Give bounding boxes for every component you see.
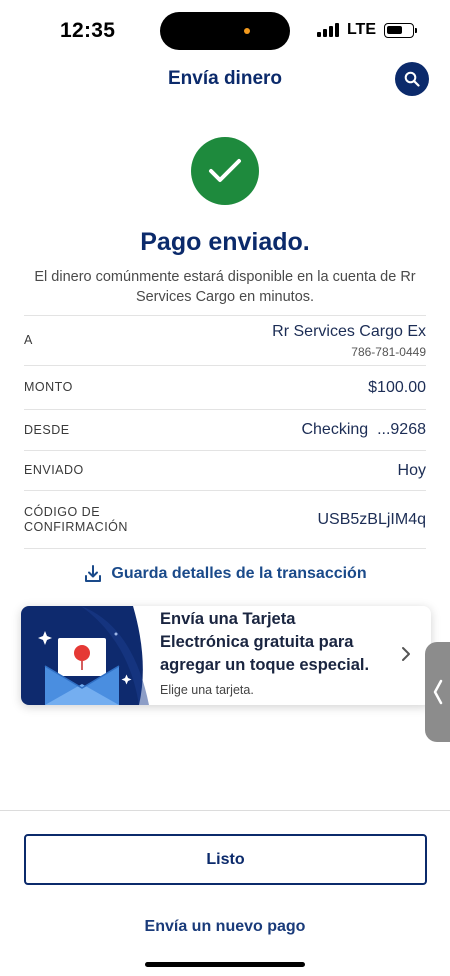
- ecard-promo-text: Envía una Tarjeta Electrónica gratuita p…: [160, 608, 385, 697]
- screen: 12:35 LTE Envía dinero Pago enviado. El …: [0, 0, 450, 976]
- chevron-left-icon: [433, 679, 442, 705]
- amount-value: $100.00: [368, 378, 426, 396]
- confirmation-headline: Pago enviado.: [140, 228, 310, 256]
- ecard-promo-title: Envía una Tarjeta Electrónica gratuita p…: [160, 610, 370, 674]
- detail-row-recipient: A Rr Services Cargo Ex 786-781-0449: [24, 315, 426, 365]
- confirmation-code-label-line1: CÓDIGO DE: [24, 504, 101, 519]
- app-header: Envía dinero: [0, 62, 450, 98]
- page-title: Envía dinero: [167, 68, 283, 89]
- recipient-name: Rr Services Cargo Ex: [272, 322, 426, 340]
- transaction-details: A Rr Services Cargo Ex 786-781-0449 MONT…: [24, 315, 426, 549]
- confirmation-code-value: USB5zBLjIM4q: [317, 510, 427, 528]
- signal-icon: [316, 23, 339, 37]
- confirmation-code-label-line2: CONFIRMACIÓN: [24, 519, 128, 534]
- dynamic-island: [160, 12, 290, 50]
- status-indicators: LTE: [316, 21, 417, 39]
- checkmark-icon: [209, 159, 241, 182]
- envelope-card-icon: [21, 606, 149, 705]
- confirmation-message: El dinero comúnmente estará disponible e…: [34, 269, 416, 305]
- save-transaction-details-label: Guarda detalles de la transacción: [111, 565, 367, 582]
- recipient-label: A: [24, 333, 33, 347]
- details-divider: [24, 548, 426, 549]
- detail-row-confirmation-code: CÓDIGO DE CONFIRMACIÓN USB5zBLjIM4q: [24, 490, 426, 548]
- chevron-right-icon: [402, 647, 410, 661]
- status-time: 12:35: [60, 19, 116, 42]
- success-badge: [191, 137, 259, 205]
- camera-indicator-dot: [244, 28, 250, 34]
- sent-value: Hoy: [397, 461, 426, 479]
- bottom-divider: [0, 810, 450, 811]
- recipient-phone: 786-781-0449: [351, 344, 426, 359]
- search-icon: [404, 71, 420, 87]
- search-button[interactable]: [395, 62, 429, 96]
- detail-row-amount: MONTO $100.00: [24, 365, 426, 409]
- home-indicator[interactable]: [145, 962, 305, 967]
- detail-row-from: DESDE Checking ...9268: [24, 409, 426, 450]
- side-panel-handle[interactable]: [425, 642, 450, 742]
- from-account-suffix: ...9268: [377, 421, 426, 438]
- detail-row-sent: ENVIADO Hoy: [24, 450, 426, 490]
- done-button[interactable]: Listo: [24, 834, 427, 885]
- recipient-block: Rr Services Cargo Ex 786-781-0449: [272, 323, 426, 359]
- ecard-promo-subtitle: Elige una tarjeta.: [160, 683, 254, 697]
- download-icon: [85, 565, 102, 582]
- sent-label: ENVIADO: [24, 463, 84, 477]
- ecard-promo-banner[interactable]: Envía una Tarjeta Electrónica gratuita p…: [21, 606, 431, 705]
- amount-label: MONTO: [24, 380, 73, 394]
- new-payment-link[interactable]: Envía un nuevo pago: [0, 918, 450, 936]
- status-bar: 12:35 LTE: [0, 0, 450, 60]
- from-account-type: Checking: [301, 421, 369, 438]
- from-account: Checking ...9268: [301, 421, 426, 439]
- save-transaction-details-link[interactable]: Guarda detalles de la transacción: [0, 564, 450, 584]
- network-label: LTE: [346, 21, 376, 38]
- confirmation-code-label: CÓDIGO DE CONFIRMACIÓN: [24, 505, 128, 535]
- from-label: DESDE: [24, 422, 70, 437]
- battery-icon: [384, 22, 417, 38]
